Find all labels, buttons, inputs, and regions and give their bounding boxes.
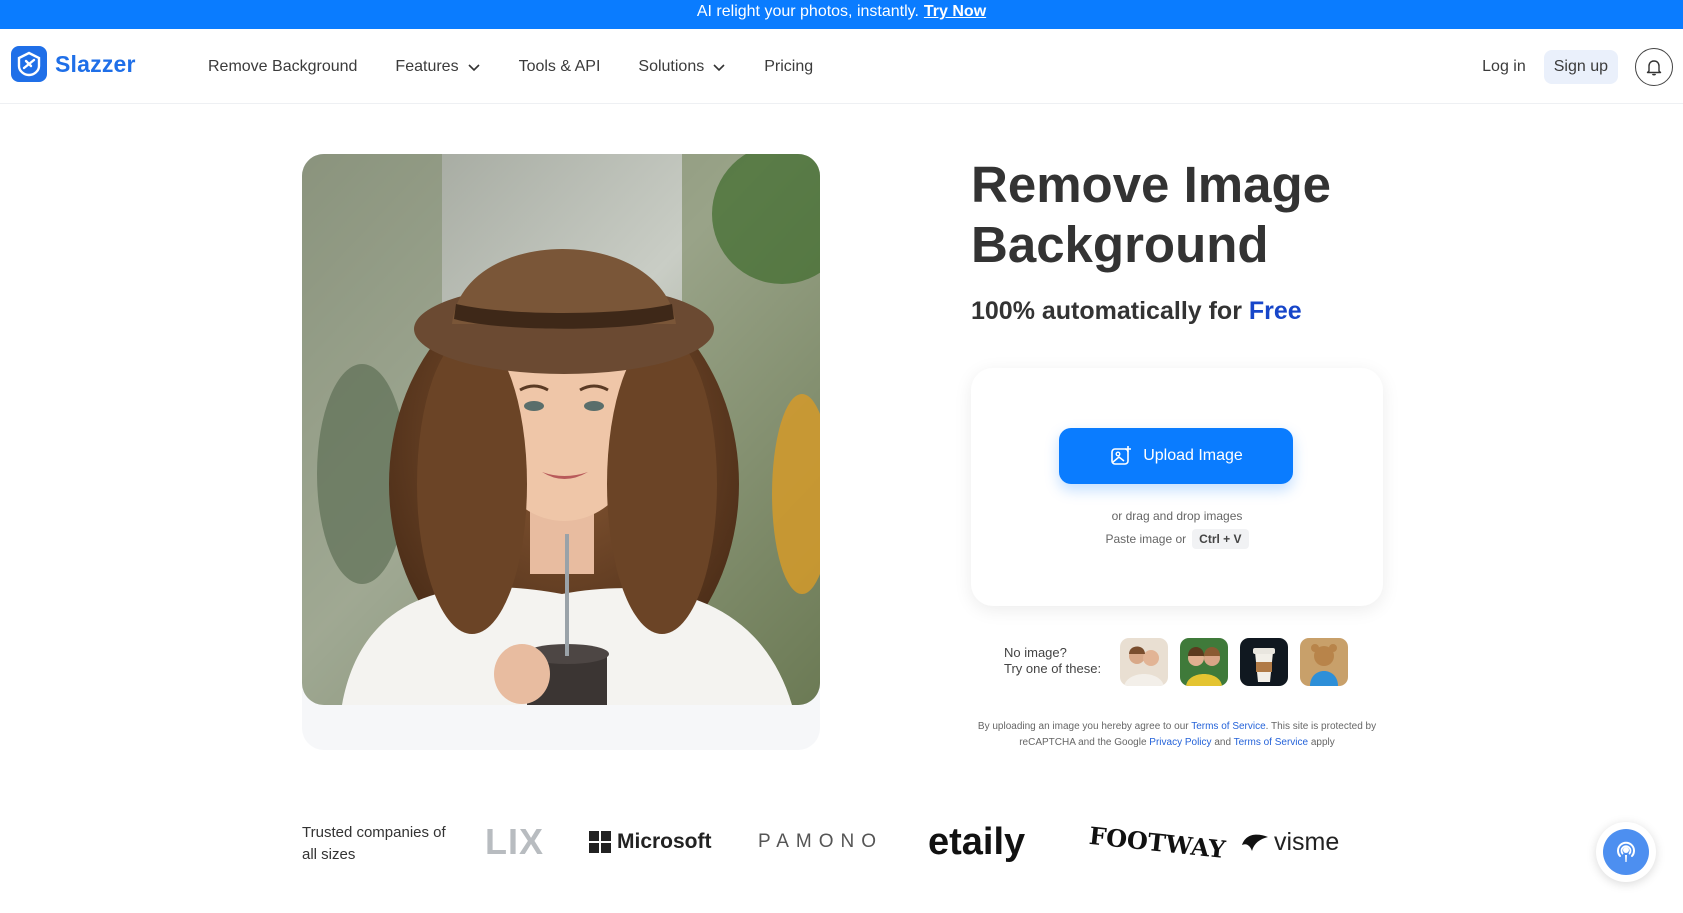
logo-visme: visme bbox=[1240, 818, 1339, 866]
promo-banner: AI relight your photos, instantly. Try No… bbox=[0, 0, 1683, 29]
paste-text: Paste image or bbox=[1105, 532, 1187, 546]
logo-lix: LIX bbox=[485, 821, 545, 862]
sample-images bbox=[1120, 638, 1348, 686]
paste-hint: Paste image or Ctrl + V bbox=[971, 529, 1383, 549]
hero-image-card bbox=[302, 154, 820, 750]
sample-image-couple[interactable] bbox=[1120, 638, 1168, 686]
top-navigation: Slazzer Remove Background Features Tools… bbox=[0, 29, 1683, 104]
brand-logo[interactable]: Slazzer bbox=[11, 46, 136, 82]
sample-prompt-line1: No image? bbox=[1004, 645, 1067, 660]
paste-shortcut: Ctrl + V bbox=[1192, 529, 1249, 549]
subtitle-highlight: Free bbox=[1248, 297, 1302, 325]
microsoft-icon bbox=[589, 831, 611, 853]
nav-features[interactable]: Features bbox=[395, 58, 480, 76]
brand-name: Slazzer bbox=[55, 50, 136, 77]
upload-dropzone[interactable]: Upload Image or drag and drop images Pas… bbox=[971, 368, 1383, 606]
logo-footway: FOOTWAY bbox=[1087, 820, 1227, 864]
terms-text: and bbox=[1211, 737, 1234, 748]
podcast-fab-button[interactable] bbox=[1596, 822, 1656, 882]
nav-actions: Log in Sign up bbox=[1482, 29, 1683, 104]
privacy-policy-link[interactable]: Privacy Policy bbox=[1149, 737, 1211, 748]
try-now-link[interactable]: Try Now bbox=[924, 3, 986, 20]
subtitle-text: 100% automatically for bbox=[971, 297, 1249, 325]
nav-solutions[interactable]: Solutions bbox=[638, 58, 726, 76]
logo-icon bbox=[11, 46, 47, 82]
nav-pricing[interactable]: Pricing bbox=[764, 58, 813, 76]
promo-text: AI relight your photos, instantly. bbox=[696, 3, 919, 20]
logo-pamono: PAMONO bbox=[758, 831, 884, 852]
sample-prompt: No image? Try one of these: bbox=[1004, 645, 1101, 677]
upload-image-button[interactable]: Upload Image bbox=[1059, 428, 1293, 484]
image-upload-icon bbox=[1111, 446, 1132, 465]
nav-label: Features bbox=[395, 57, 459, 75]
chevron-down-icon bbox=[467, 63, 480, 71]
microsoft-wordmark: Microsoft bbox=[617, 830, 712, 853]
nav-remove-background[interactable]: Remove Background bbox=[208, 58, 357, 76]
notifications-button[interactable] bbox=[1635, 47, 1673, 86]
terms-notice: By uploading an image you hereby agree t… bbox=[971, 719, 1383, 751]
main-menu: Remove Background Features Tools & API S… bbox=[208, 29, 813, 104]
sample-prompt-line2: Try one of these: bbox=[1004, 661, 1102, 676]
drag-drop-hint: or drag and drop images bbox=[1111, 509, 1243, 523]
chevron-down-icon bbox=[713, 63, 725, 71]
nav-tools-api[interactable]: Tools & API bbox=[519, 58, 601, 76]
nav-label: Remove Background bbox=[208, 57, 358, 75]
nav-label: Tools & API bbox=[518, 57, 601, 75]
sample-image-coffee-cup[interactable] bbox=[1240, 638, 1288, 686]
terms-of-service-link[interactable]: Terms of Service bbox=[1191, 721, 1265, 732]
logo-microsoft: Microsoft bbox=[589, 818, 712, 866]
login-link[interactable]: Log in bbox=[1482, 58, 1526, 76]
hero-photo bbox=[302, 154, 820, 705]
nav-label: Solutions bbox=[638, 57, 705, 75]
fab-inner bbox=[1603, 829, 1649, 875]
logo-etaily: etaily bbox=[928, 820, 1026, 863]
visme-wordmark: visme bbox=[1274, 827, 1340, 856]
podcast-icon bbox=[1617, 841, 1635, 862]
page-title: Remove Image Background bbox=[971, 156, 1331, 273]
trusted-label: Trusted companies of all sizes bbox=[302, 824, 446, 863]
nav-label: Pricing bbox=[764, 57, 814, 75]
sample-image-teddy-bear[interactable] bbox=[1300, 638, 1348, 686]
upload-button-label: Upload Image bbox=[1143, 447, 1243, 464]
terms-text: By uploading an image you hereby agree t… bbox=[977, 721, 1192, 732]
signup-button[interactable]: Sign up bbox=[1543, 49, 1618, 84]
hero-subtitle: 100% automatically for Free bbox=[971, 297, 1302, 326]
google-terms-link[interactable]: Terms of Service bbox=[1234, 737, 1308, 748]
bell-icon bbox=[1646, 59, 1662, 75]
sample-image-friends[interactable] bbox=[1180, 638, 1228, 686]
visme-icon bbox=[1242, 834, 1268, 851]
terms-text: apply bbox=[1308, 737, 1335, 748]
